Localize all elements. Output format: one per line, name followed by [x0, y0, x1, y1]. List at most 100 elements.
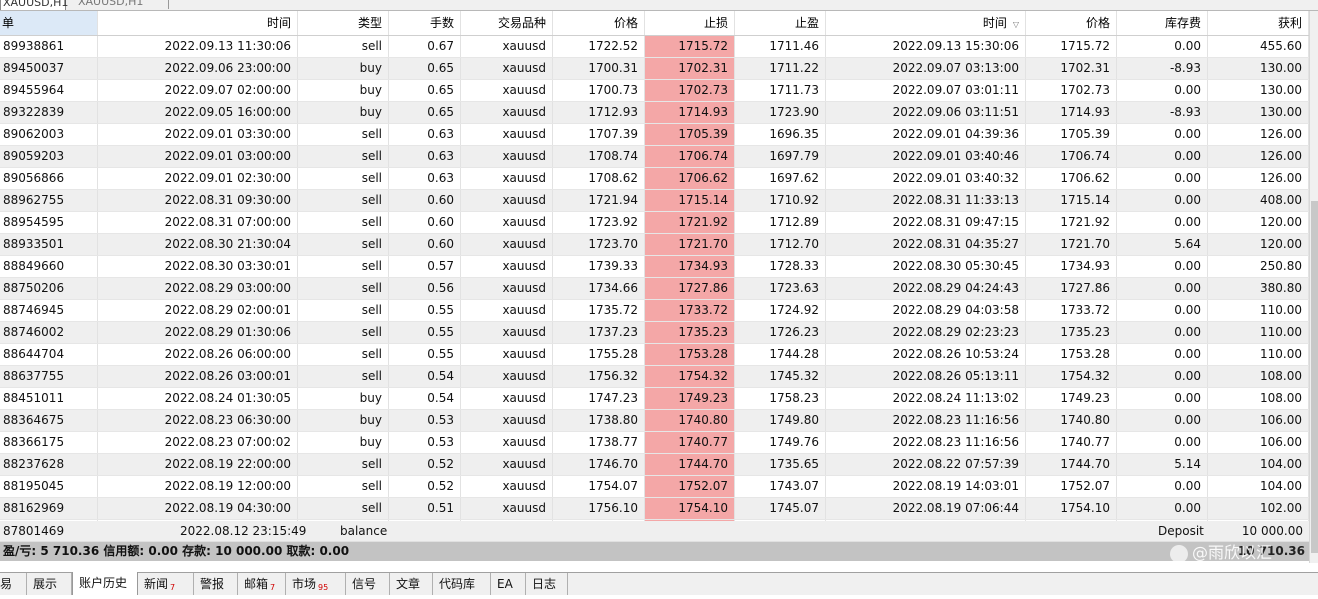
tab-2[interactable]: 账户历史 [72, 572, 138, 595]
tab-6[interactable]: 市场 95 [286, 573, 346, 595]
chart-tab-1[interactable]: XAUUSD,H1 [0, 0, 68, 10]
column-header-ticket[interactable]: 单 [0, 11, 98, 35]
chart-tab-2[interactable]: XAUUSD,H1 [74, 0, 169, 9]
cell-stop-loss: 1721.92 [645, 212, 735, 233]
table-row[interactable]: 88366175 2022.08.23 07:00:02 buy 0.53 xauusd… [0, 432, 1309, 454]
cell-profit: 104.00 [1208, 476, 1309, 497]
table-row[interactable]: 88162969 2022.08.19 04:30:00 sell 0.51 xauus… [0, 498, 1309, 520]
column-header-swap[interactable]: 库存费 [1117, 11, 1208, 35]
table-row[interactable]: 88746002 2022.08.29 01:30:06 sell 0.55 xauus… [0, 322, 1309, 344]
cell-swap: 0.00 [1117, 344, 1208, 365]
column-header-profit[interactable]: 获利 [1208, 11, 1309, 35]
cell-stop-loss: 1744.70 [645, 454, 735, 475]
cell-open-time: 2022.08.31 09:30:00 [98, 190, 298, 211]
column-header-close-time[interactable]: 时间 ▽ [826, 11, 1026, 35]
cell-type: sell [298, 300, 389, 321]
table-row[interactable]: 88962755 2022.08.31 09:30:00 sell 0.60 xauus… [0, 190, 1309, 212]
column-header-stop-loss[interactable]: 止损 [645, 11, 735, 35]
tab-7[interactable]: 信号 [346, 573, 390, 595]
column-header-type[interactable]: 类型 [298, 11, 389, 35]
cell-stop-loss: 1715.14 [645, 190, 735, 211]
column-header-open-price[interactable]: 价格 [553, 11, 645, 35]
table-row[interactable]: 88750206 2022.08.29 03:00:00 sell 0.56 xauus… [0, 278, 1309, 300]
cell-open-time: 2022.09.01 03:00:00 [98, 146, 298, 167]
table-row[interactable]: 88954595 2022.08.31 07:00:00 sell 0.60 xauus… [0, 212, 1309, 234]
cell-open-price: 1746.70 [553, 454, 645, 475]
cell-close-time: 2022.08.19 07:06:44 [826, 498, 1026, 519]
table-row[interactable]: 89059203 2022.09.01 03:00:00 sell 0.63 xauus… [0, 146, 1309, 168]
table-row[interactable]: 89938861 2022.09.13 11:30:06 sell 0.67 xauus… [0, 36, 1309, 58]
table-row[interactable]: 89322839 2022.09.05 16:00:00 buy 0.65 xauusd… [0, 102, 1309, 124]
chart-tabs-strip: XAUUSD,H1 XAUUSD,H1 [0, 0, 1318, 11]
cell-close-time: 2022.08.24 11:13:02 [826, 388, 1026, 409]
column-header-symbol[interactable]: 交易品种 [461, 11, 553, 35]
tab-11[interactable]: 日志 [526, 573, 568, 595]
tab-0[interactable]: 交易 [0, 573, 27, 595]
column-header-label: 单 [2, 16, 15, 30]
cell-ticket: 89062003 [0, 124, 98, 145]
table-row[interactable]: 88849660 2022.08.30 03:30:01 sell 0.57 xauus… [0, 256, 1309, 278]
tab-5[interactable]: 邮箱 7 [238, 573, 286, 595]
tab-1[interactable]: 展示 [27, 573, 72, 595]
table-row[interactable]: 88195045 2022.08.19 12:00:00 sell 0.52 xauus… [0, 476, 1309, 498]
cell-open-time: 2022.08.26 06:00:00 [98, 344, 298, 365]
cell-close-price: 1721.70 [1026, 234, 1117, 255]
table-row[interactable]: 88451011 2022.08.24 01:30:05 buy 0.54 xauusd… [0, 388, 1309, 410]
cell-ticket: 89056866 [0, 168, 98, 189]
tab-9[interactable]: 代码库 [433, 573, 491, 595]
tab-label: EA [497, 577, 513, 591]
cell-symbol: xauusd [461, 300, 553, 321]
cell-swap: 0.00 [1117, 146, 1208, 167]
column-header-label: 时间 [266, 16, 291, 30]
table-row[interactable]: 89450037 2022.09.06 23:00:00 buy 0.65 xauusd… [0, 58, 1309, 80]
cell-symbol: xauusd [461, 168, 553, 189]
cell-type: buy [298, 102, 389, 123]
table-row[interactable]: 89062003 2022.09.01 03:30:00 sell 0.63 xauus… [0, 124, 1309, 146]
table-row[interactable]: 88644704 2022.08.26 06:00:00 sell 0.55 xauus… [0, 344, 1309, 366]
cell-swap: -8.93 [1117, 58, 1208, 79]
balance-type: balance [340, 524, 388, 538]
table-header: 单 时间 类型 手数 交易品种 价格 止损 止盈 时间 ▽ 价格 库存费 获利 [0, 11, 1309, 36]
watermark: @雨欣以汇 [1170, 540, 1310, 566]
column-header-volume[interactable]: 手数 [389, 11, 461, 35]
column-header-close-price[interactable]: 价格 [1026, 11, 1117, 35]
scrollbar-thumb[interactable] [1311, 201, 1318, 553]
table-row[interactable]: 88746945 2022.08.29 02:00:01 sell 0.55 xauus… [0, 300, 1309, 322]
cell-stop-loss: 1714.93 [645, 102, 735, 123]
cell-open-price: 1707.39 [553, 124, 645, 145]
cell-type: sell [298, 146, 389, 167]
cell-close-time: 2022.09.01 04:39:36 [826, 124, 1026, 145]
cell-profit: 455.60 [1208, 36, 1309, 57]
table-row[interactable]: 88933501 2022.08.30 21:30:04 sell 0.60 xauus… [0, 234, 1309, 256]
table-row[interactable]: 88364675 2022.08.23 06:30:00 buy 0.53 xauusd… [0, 410, 1309, 432]
cell-open-time: 2022.08.24 01:30:05 [98, 388, 298, 409]
tab-8[interactable]: 文章 [390, 573, 433, 595]
tab-label: 信号 [352, 577, 377, 591]
cell-swap: 0.00 [1117, 168, 1208, 189]
cell-symbol: xauusd [461, 58, 553, 79]
cell-symbol: xauusd [461, 190, 553, 211]
tab-3[interactable]: 新闻 7 [138, 573, 194, 595]
cell-type: sell [298, 124, 389, 145]
table-row[interactable]: 88637755 2022.08.26 03:00:01 sell 0.54 xauus… [0, 366, 1309, 388]
cell-close-time: 2022.08.31 04:35:27 [826, 234, 1026, 255]
tab-4[interactable]: 警报 [194, 573, 238, 595]
cell-volume: 0.53 [389, 410, 461, 431]
watermark-text: @雨欣以汇 [1192, 543, 1273, 562]
cell-open-price: 1700.31 [553, 58, 645, 79]
column-header-open-time[interactable]: 时间 [98, 11, 298, 35]
cell-open-price: 1708.74 [553, 146, 645, 167]
column-header-take-profit[interactable]: 止盈 [735, 11, 826, 35]
cell-stop-loss: 1727.86 [645, 278, 735, 299]
cell-symbol: xauusd [461, 212, 553, 233]
weibo-logo-icon [1170, 544, 1188, 563]
balance-row[interactable]: 87801469 2022.08.12 23:15:49 balance Dep… [0, 521, 1309, 542]
table-row[interactable]: 89455964 2022.09.07 02:00:00 buy 0.65 xauusd… [0, 80, 1309, 102]
table-row[interactable]: 88237628 2022.08.19 22:00:00 sell 0.52 xauus… [0, 454, 1309, 476]
table-row[interactable]: 89056866 2022.09.01 02:30:00 sell 0.63 xauus… [0, 168, 1309, 190]
cell-volume: 0.67 [389, 36, 461, 57]
tab-10[interactable]: EA [491, 573, 526, 595]
vertical-scrollbar[interactable] [1309, 11, 1318, 563]
cell-swap: 5.14 [1117, 454, 1208, 475]
cell-type: sell [298, 190, 389, 211]
